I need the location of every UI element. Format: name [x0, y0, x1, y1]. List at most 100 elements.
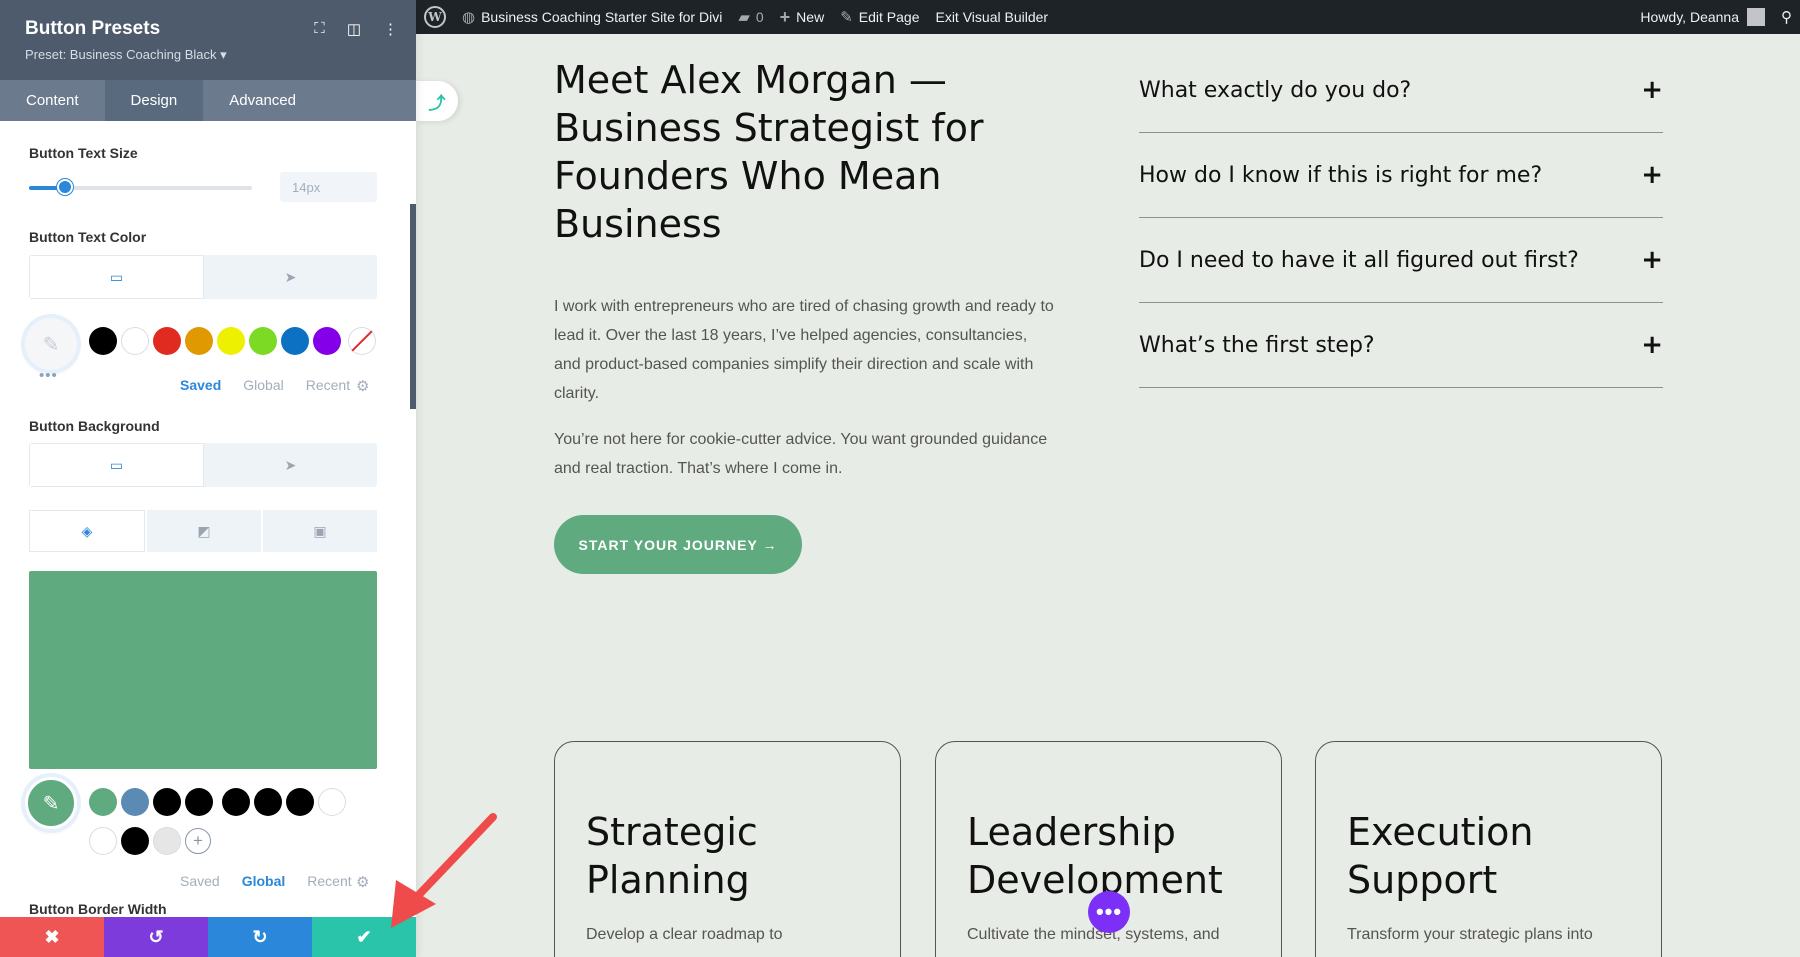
palette-tabs: Saved Global Recent	[180, 873, 352, 889]
tab-design[interactable]: Design	[104, 80, 204, 121]
background-color-picker-button[interactable]: ✎	[25, 777, 77, 829]
service-card: Strategic Planning Develop a clear roadm…	[554, 741, 901, 957]
tab-content[interactable]: Content	[0, 80, 105, 121]
color-swatch[interactable]	[222, 788, 250, 816]
color-swatch[interactable]	[254, 788, 282, 816]
scrollbar[interactable]	[410, 204, 416, 409]
color-swatch[interactable]	[249, 327, 277, 355]
hero-paragraph-1: I work with entrepreneurs who are tired …	[554, 298, 1054, 402]
hover-state-tab[interactable]: ➤	[204, 255, 377, 299]
hover-state-tab[interactable]: ➤	[204, 443, 377, 487]
faq-item[interactable]: Do I need to have it all figured out fir…	[1139, 218, 1663, 303]
palette-tab-global[interactable]: Global	[243, 377, 283, 393]
desktop-state-tab[interactable]: ▭	[29, 443, 204, 487]
text-color-state-toggle: ▭ ➤	[29, 255, 377, 299]
color-swatch[interactable]	[89, 327, 117, 355]
palette-settings-icon[interactable]: ⚙	[356, 873, 369, 891]
color-swatch[interactable]	[121, 788, 149, 816]
builder-menu-button[interactable]: •••	[1088, 891, 1130, 933]
image-icon: ▣	[313, 522, 327, 539]
palette-tab-saved[interactable]: Saved	[180, 377, 221, 393]
redo-icon: ↻	[252, 926, 268, 947]
palette-tab-recent[interactable]: Recent	[306, 377, 350, 393]
color-swatch[interactable]	[153, 827, 181, 855]
kebab-menu-icon[interactable]: ⋮	[383, 20, 398, 38]
border-width-label: Button Border Width	[29, 901, 167, 917]
desktop-state-tab[interactable]: ▭	[29, 255, 204, 299]
save-button[interactable]: ✔	[312, 917, 416, 957]
sidebar-body: Button Text Size 14px Button Text Color …	[0, 121, 416, 917]
wordpress-logo[interactable]: W	[416, 0, 454, 34]
avatar	[1747, 8, 1765, 26]
card-title: Execution Support	[1347, 810, 1534, 902]
eyedropper-icon: ✎	[42, 333, 60, 356]
faq-item[interactable]: What exactly do you do? +	[1139, 48, 1663, 133]
edit-page-link[interactable]: ✎ Edit Page	[832, 0, 927, 34]
account-menu[interactable]: Howdy, Deanna	[1632, 0, 1773, 34]
text-color-picker-button[interactable]: ✎	[25, 318, 77, 370]
card-title: Strategic Planning	[586, 810, 758, 902]
faq-item[interactable]: What’s the first step? +	[1139, 303, 1663, 388]
no-color-swatch[interactable]	[348, 327, 376, 355]
hero-paragraph-2: You’re not here for cookie-cutter advice…	[554, 431, 1048, 477]
sidebar-toggle-button[interactable]: ⤴	[416, 81, 458, 121]
search-icon: ⚲	[1781, 9, 1792, 26]
color-swatch[interactable]	[153, 327, 181, 355]
color-swatch[interactable]	[185, 327, 213, 355]
palette-tab-recent[interactable]: Recent	[307, 873, 351, 889]
comments-link[interactable]: ▰ 0	[730, 0, 771, 34]
cursor-icon: ➤	[284, 268, 297, 285]
preset-dropdown[interactable]: Preset: Business Coaching Black ▾	[25, 47, 391, 63]
plus-icon: +	[1641, 245, 1663, 275]
desktop-icon: ▭	[109, 268, 124, 285]
color-swatch[interactable]	[217, 327, 245, 355]
discard-button[interactable]: ✖	[0, 917, 104, 957]
cursor-icon: ➤	[284, 456, 297, 473]
text-size-slider-handle[interactable]	[57, 179, 73, 195]
color-swatch[interactable]	[313, 327, 341, 355]
color-swatch[interactable]	[318, 788, 346, 816]
plus-icon: +	[779, 6, 791, 27]
search-button[interactable]: ⚲	[1773, 0, 1800, 34]
color-swatch[interactable]	[281, 327, 309, 355]
palette-tab-saved[interactable]: Saved	[180, 873, 220, 889]
service-card: Execution Support Transform your strateg…	[1315, 741, 1662, 957]
text-color-label: Button Text Color	[29, 229, 147, 245]
color-swatch[interactable]	[121, 327, 149, 355]
color-swatch[interactable]	[121, 827, 149, 855]
gradient-icon: ◩	[197, 522, 211, 539]
tab-advanced[interactable]: Advanced	[203, 80, 322, 121]
site-name-link[interactable]: ◍ Business Coaching Starter Site for Divi	[454, 0, 730, 34]
faq-item[interactable]: How do I know if this is right for me? +	[1139, 133, 1663, 218]
new-content-link[interactable]: + New	[772, 0, 833, 34]
exit-visual-builder-link[interactable]: Exit Visual Builder	[927, 0, 1056, 34]
background-color-preview[interactable]	[29, 571, 377, 769]
background-gradient-tab[interactable]: ◩	[147, 510, 261, 552]
more-dots-icon: •••	[1095, 899, 1123, 924]
background-label: Button Background	[29, 418, 160, 434]
redo-button[interactable]: ↻	[208, 917, 312, 957]
more-options-icon[interactable]: •••	[39, 367, 58, 384]
card-text: Develop a clear roadmap to	[586, 926, 783, 943]
start-journey-button[interactable]: START YOUR JOURNEY →	[554, 515, 802, 574]
checkmark-icon: ✔	[356, 926, 372, 947]
background-type-tabs: ◈ ◩ ▣	[29, 510, 377, 552]
color-swatch[interactable]	[89, 788, 117, 816]
expand-icon[interactable]: ⛶	[314, 20, 325, 38]
pencil-icon: ✎	[840, 9, 853, 26]
plus-icon: +	[1641, 160, 1663, 190]
desktop-icon: ▭	[109, 456, 124, 473]
color-swatch[interactable]	[153, 788, 181, 816]
color-swatch[interactable]	[89, 827, 117, 855]
color-swatch[interactable]	[286, 788, 314, 816]
palette-tab-global[interactable]: Global	[242, 873, 286, 889]
text-size-input[interactable]: 14px	[280, 172, 377, 202]
wordpress-icon: W	[424, 6, 446, 28]
palette-settings-icon[interactable]: ⚙	[356, 377, 369, 395]
columns-icon[interactable]: ◫	[347, 20, 361, 38]
color-swatch[interactable]	[185, 788, 213, 816]
add-color-button[interactable]: +	[185, 828, 211, 854]
background-color-tab[interactable]: ◈	[29, 510, 145, 552]
background-image-tab[interactable]: ▣	[263, 510, 377, 552]
undo-button[interactable]: ↺	[104, 917, 208, 957]
